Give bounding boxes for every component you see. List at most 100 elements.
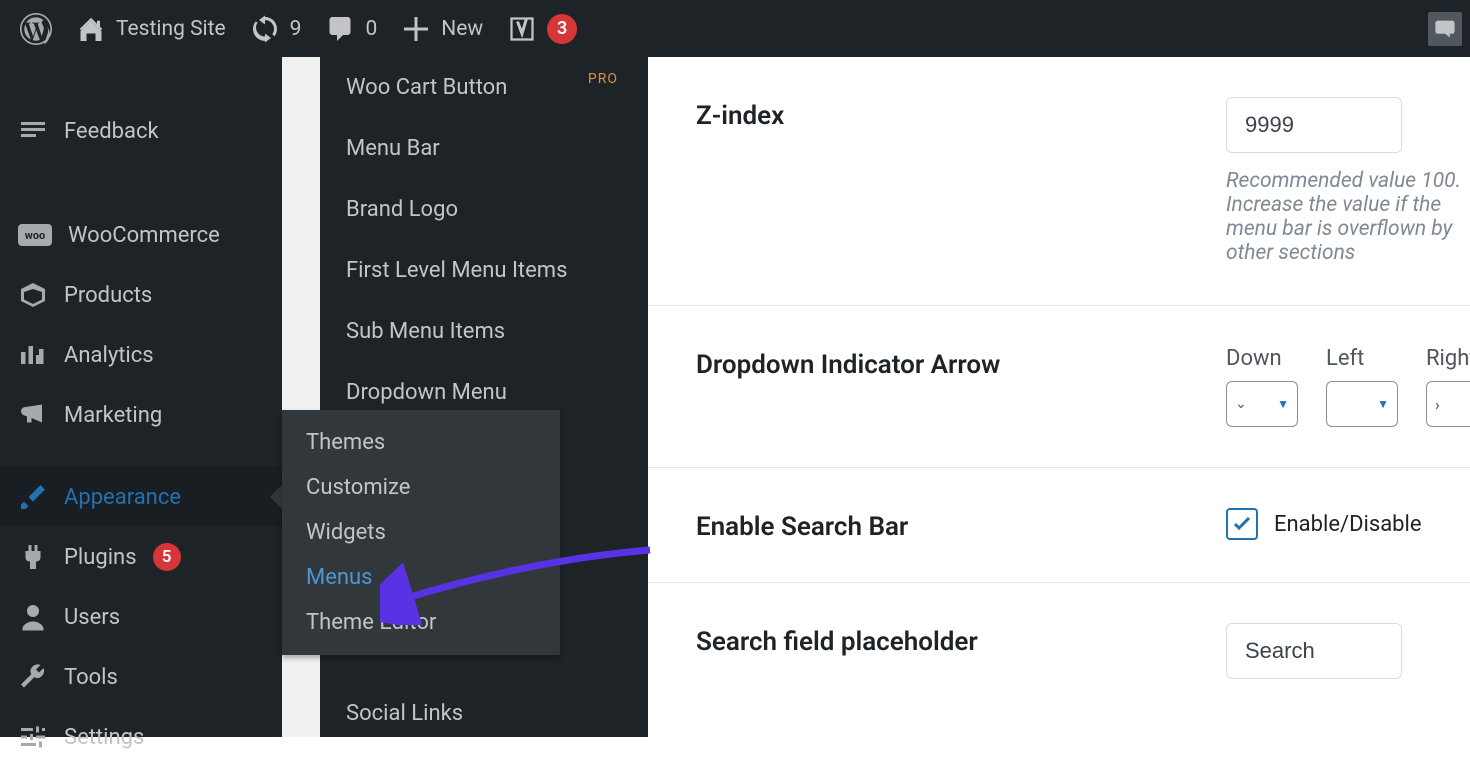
sidebar-item-users[interactable]: Users <box>0 587 282 647</box>
enable-search-label: Enable Search Bar <box>696 508 1226 542</box>
setting-row-zindex: Z-index Recommended value 100. Increase … <box>648 57 1470 306</box>
section-label: Menu Bar <box>346 136 440 161</box>
left-label: Left <box>1326 346 1398 371</box>
setting-row-dropdown-arrow: Dropdown Indicator Arrow Down ⌄ ▼ Left ▼ <box>648 306 1470 468</box>
yoast-link[interactable]: 3 <box>495 0 589 57</box>
sidebar-item-label: WooCommerce <box>68 223 220 248</box>
site-name-label: Testing Site <box>116 17 226 41</box>
updates-count: 9 <box>290 17 302 41</box>
sidebar-item-label: Tools <box>64 665 118 690</box>
submenu-item-customize[interactable]: Customize <box>282 465 560 510</box>
sidebar-item-label: Products <box>64 283 152 308</box>
sidebar-item-feedback[interactable]: Feedback <box>0 101 282 161</box>
new-label: New <box>441 17 483 41</box>
sidebar-item-tools[interactable]: Tools <box>0 647 282 707</box>
sidebar-item-label: Marketing <box>64 403 162 428</box>
check-icon <box>1232 514 1252 534</box>
brush-icon <box>18 482 48 512</box>
plugins-badge: 5 <box>153 543 181 571</box>
chat-icon <box>1433 17 1457 41</box>
new-content-link[interactable]: New <box>389 0 495 57</box>
section-item-social-links[interactable]: Social Links <box>320 683 648 744</box>
blank-option <box>1335 392 1340 417</box>
sidebar-item-products[interactable]: Products <box>0 265 282 325</box>
comments-count: 0 <box>365 17 377 41</box>
submenu-item-widgets[interactable]: Widgets <box>282 510 560 555</box>
comments-link[interactable]: 0 <box>313 0 389 57</box>
package-icon <box>18 280 48 310</box>
section-item-menu-bar[interactable]: Menu Bar <box>320 118 648 179</box>
sidebar-item-label: Appearance <box>64 485 181 510</box>
plus-icon <box>401 14 431 44</box>
submenu-item-theme-editor[interactable]: Theme Editor <box>282 600 560 645</box>
site-name-link[interactable]: Testing Site <box>64 0 238 57</box>
submenu-label: Theme Editor <box>306 610 436 635</box>
sidebar-item-label: Settings <box>64 725 144 750</box>
wordpress-icon <box>20 13 52 45</box>
feedback-icon <box>18 116 48 146</box>
yoast-icon <box>507 14 537 44</box>
down-arrow-select[interactable]: ⌄ ▼ <box>1226 381 1298 427</box>
enable-search-toggle-label: Enable/Disable <box>1274 512 1422 537</box>
section-item-first-level-menu[interactable]: First Level Menu Items <box>320 240 648 301</box>
sidebar-item-label: Feedback <box>64 119 159 144</box>
enable-search-checkbox[interactable] <box>1226 508 1258 540</box>
refresh-icon <box>250 14 280 44</box>
zindex-input[interactable] <box>1226 97 1402 153</box>
section-item-woo-cart-button[interactable]: Woo Cart Button PRO <box>320 57 648 118</box>
zindex-hint: Recommended value 100. Increase the valu… <box>1226 169 1470 265</box>
section-item-sub-menu-items[interactable]: Sub Menu Items <box>320 301 648 362</box>
dropdown-arrow-label: Dropdown Indicator Arrow <box>696 346 1226 380</box>
wrench-icon <box>18 662 48 692</box>
submenu-label: Widgets <box>306 520 386 545</box>
home-icon <box>76 14 106 44</box>
section-label: Woo Cart Button <box>346 75 507 100</box>
section-label: Dropdown Menu <box>346 380 507 405</box>
adminbar-chat-button[interactable] <box>1428 12 1462 46</box>
wordpress-logo[interactable] <box>8 0 64 57</box>
sidebar-item-settings[interactable]: Settings <box>0 707 282 767</box>
section-label: Sub Menu Items <box>346 319 505 344</box>
dropdown-caret-icon: ▼ <box>1277 397 1289 411</box>
dropdown-caret-icon: ▼ <box>1377 397 1389 411</box>
chevron-down-icon: ⌄ <box>1235 396 1247 412</box>
bar-chart-icon <box>18 340 48 370</box>
user-icon <box>18 602 48 632</box>
sidebar-item-marketing[interactable]: Marketing <box>0 385 282 445</box>
submenu-label: Customize <box>306 475 410 500</box>
right-label: Right <box>1426 346 1470 371</box>
submenu-item-menus[interactable]: Menus <box>282 555 560 600</box>
pro-badge: PRO <box>588 71 618 87</box>
right-arrow-select[interactable]: › ▼ <box>1426 381 1470 427</box>
left-arrow-select[interactable]: ▼ <box>1326 381 1398 427</box>
sidebar-item-appearance[interactable]: Appearance <box>0 467 282 527</box>
setting-row-enable-search: Enable Search Bar Enable/Disable <box>648 468 1470 583</box>
sliders-icon <box>18 722 48 752</box>
appearance-submenu: Themes Customize Widgets Menus Theme Edi… <box>282 410 560 655</box>
yoast-badge: 3 <box>547 14 577 44</box>
setting-row-search-placeholder: Search field placeholder <box>648 583 1470 719</box>
submenu-label: Menus <box>306 565 373 590</box>
down-label: Down <box>1226 346 1298 371</box>
updates-link[interactable]: 9 <box>238 0 314 57</box>
admin-bar: Testing Site 9 0 New 3 <box>0 0 1470 57</box>
search-placeholder-label: Search field placeholder <box>696 623 1226 657</box>
section-label: First Level Menu Items <box>346 258 567 283</box>
sidebar-item-label: Analytics <box>64 343 154 368</box>
sidebar-item-woocommerce[interactable]: woo WooCommerce <box>0 205 282 265</box>
sidebar-item-plugins[interactable]: Plugins 5 <box>0 527 282 587</box>
submenu-item-themes[interactable]: Themes <box>282 420 560 465</box>
section-label: Brand Logo <box>346 197 458 222</box>
woocommerce-icon: woo <box>18 224 52 246</box>
section-label: Social Links <box>346 701 463 726</box>
adminbar-right <box>1428 12 1462 46</box>
sidebar-item-label: Users <box>64 605 120 630</box>
sidebar-item-analytics[interactable]: Analytics <box>0 325 282 385</box>
zindex-label: Z-index <box>696 97 1226 131</box>
plug-icon <box>18 542 48 572</box>
section-item-brand-logo[interactable]: Brand Logo <box>320 179 648 240</box>
admin-sidebar: Feedback woo WooCommerce Products Analyt… <box>0 57 282 737</box>
comment-icon <box>325 14 355 44</box>
search-placeholder-input[interactable] <box>1226 623 1402 679</box>
settings-panel: Z-index Recommended value 100. Increase … <box>648 57 1470 737</box>
